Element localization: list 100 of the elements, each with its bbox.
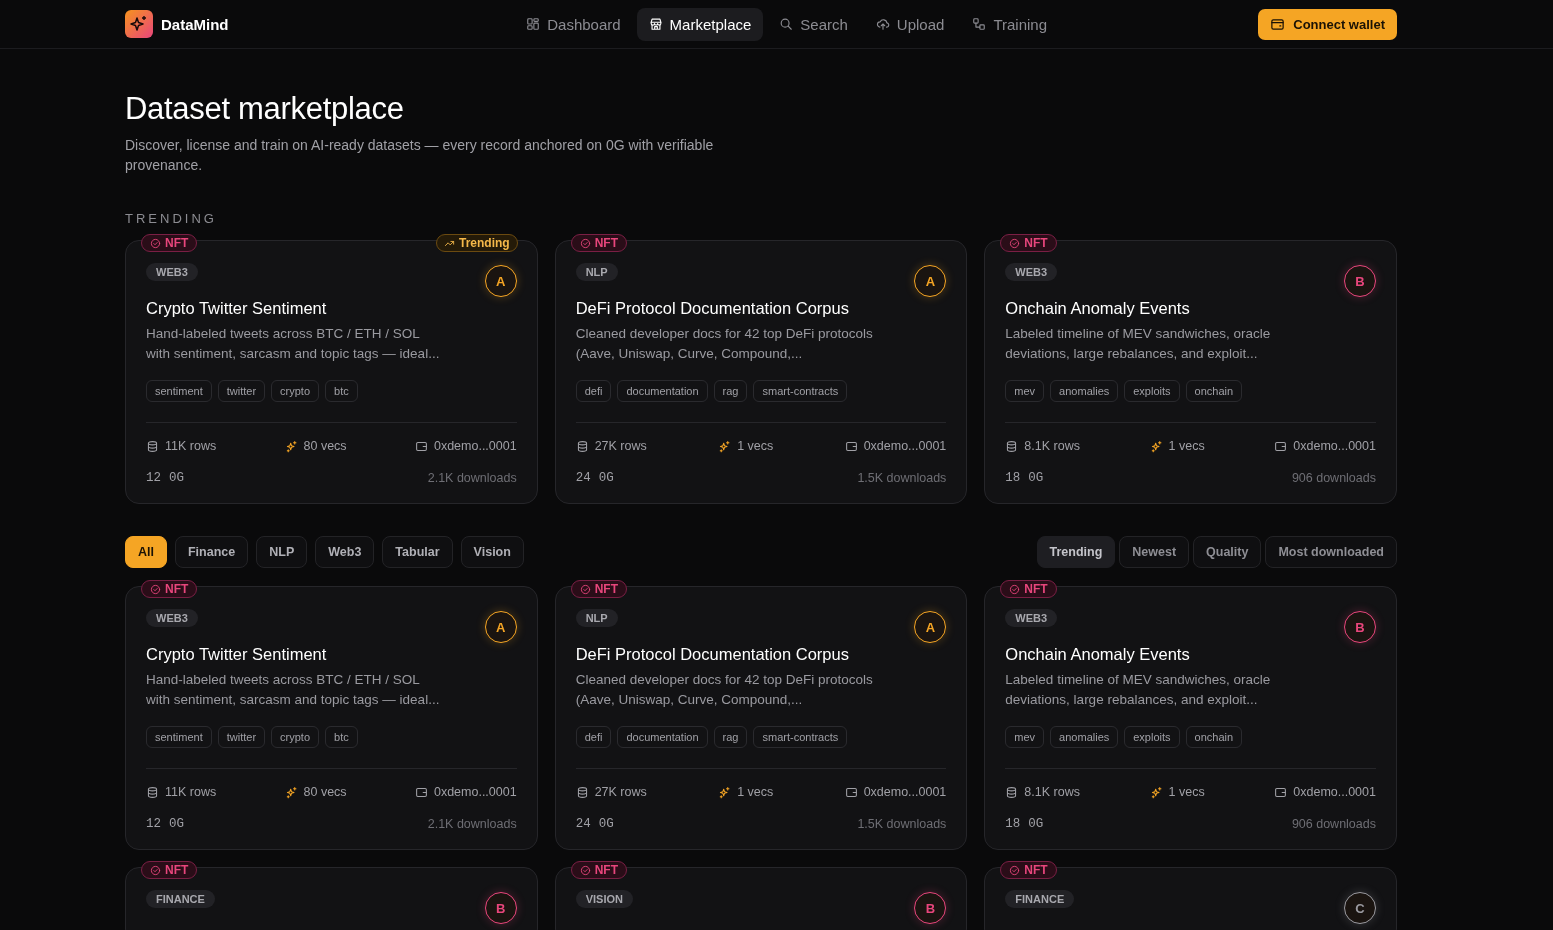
filter-chip[interactable]: NLP [256, 536, 308, 568]
dataset-description: Cleaned developer docs for 42 top DeFi protocols (Aave, Uniswap, Curve, Compound,... [575, 325, 874, 363]
check-circle-icon [150, 583, 161, 595]
wallet-icon [414, 439, 428, 453]
tag: defi [575, 726, 612, 748]
sparkle-icon [1149, 439, 1163, 453]
category-tag: NLP [575, 609, 618, 627]
price: 18 [1005, 817, 1021, 831]
page-title: Dataset marketplace [125, 91, 405, 127]
stat-text: 27K rows [594, 785, 647, 799]
nav-item[interactable]: Training [960, 7, 1060, 41]
category-tag: FINANCE [146, 890, 215, 908]
category-tag: WEB3 [146, 263, 198, 281]
tag: btc [325, 380, 358, 402]
sparkle-icon [284, 439, 298, 453]
connect-wallet-button[interactable]: Connect wallet [1258, 8, 1397, 40]
category-tag: NLP [575, 263, 618, 281]
trending-badge: Trending [436, 234, 518, 252]
downloads-count: 906 downloads [1291, 471, 1376, 485]
sort-option[interactable]: Trending [1036, 536, 1116, 568]
dataset-title: Crypto Twitter Sentiment [146, 645, 328, 664]
tag: crypto [271, 380, 319, 402]
sparkle-icon [718, 439, 732, 453]
tag: twitter [217, 380, 266, 402]
tag: onchain [1185, 380, 1243, 402]
stat-text: 27K rows [594, 439, 647, 453]
stat-text: 11K rows [165, 439, 217, 453]
dataset-card[interactable] [125, 586, 538, 850]
sparkle-icon [1149, 785, 1163, 799]
filter-chip[interactable]: All [125, 536, 167, 568]
wallet-icon [844, 439, 858, 453]
sort-option[interactable]: Quality [1193, 536, 1262, 568]
check-circle-icon [150, 237, 161, 249]
tag: twitter [217, 726, 266, 748]
stat-text: 1 vecs [737, 785, 774, 799]
nft-badge: NFT [141, 234, 198, 252]
wallet-icon [1270, 16, 1286, 32]
nft-badge: NFT [570, 861, 627, 879]
nft-badge: NFT [1000, 861, 1057, 879]
currency: 0G [1028, 817, 1044, 831]
category-tag: VISION [575, 890, 633, 908]
filter-chip[interactable]: Tabular [382, 536, 453, 568]
tag: exploits [1124, 380, 1180, 402]
currency: 0G [598, 817, 614, 831]
database-icon [146, 785, 159, 799]
category-tag: FINANCE [1005, 890, 1075, 908]
dataset-description: Hand-labeled tweets across BTC / ETH / SOL with sentiment, sarcasm and topic tags — ideal... [146, 325, 441, 363]
category-tag: WEB3 [1005, 263, 1058, 281]
stat-text: 8.1K rows [1024, 439, 1080, 453]
nft-badge: NFT [141, 861, 198, 879]
nav-item[interactable]: Marketplace [636, 7, 764, 41]
stat-text: 0xdemo...0001 [433, 785, 517, 799]
page-subtitle: Discover, license and train on AI-ready datasets — every record anchored on 0G with verifiable provenance. [125, 136, 715, 175]
currency: 0G [169, 471, 185, 485]
stat-text: 0xdemo...0001 [1293, 785, 1376, 799]
check-circle-icon [579, 583, 591, 595]
dataset-card[interactable] [554, 240, 968, 504]
stat-text: 80 vecs [303, 439, 347, 453]
logo-icon [125, 10, 153, 38]
tag: onchain [1185, 726, 1243, 748]
downloads-count: 906 downloads [1291, 817, 1376, 831]
price: 24 [575, 817, 591, 831]
nav-item[interactable]: Search [767, 7, 860, 41]
sparkle-icon [284, 785, 298, 799]
filter-chip[interactable]: Finance [175, 536, 249, 568]
stat-text: 1 vecs [1168, 439, 1205, 453]
grade-badge: A [914, 265, 947, 297]
dataset-description: Hand-labeled tweets across BTC / ETH / SOL with sentiment, sarcasm and topic tags — ideal... [146, 671, 441, 709]
nft-badge: NFT [570, 580, 627, 598]
brand-name: DataMind [161, 15, 229, 33]
dataset-card[interactable] [125, 240, 538, 504]
sort-option[interactable]: Most downloaded [1265, 536, 1397, 568]
tag: exploits [1124, 726, 1180, 748]
tag: smart-contracts [753, 726, 848, 748]
tag: rag [713, 380, 748, 402]
nav-item[interactable]: Dashboard [514, 7, 633, 41]
dataset-card[interactable] [554, 586, 968, 850]
tag: mev [1005, 726, 1045, 748]
grade-badge: B [1344, 265, 1376, 297]
grade-badge: A [484, 611, 517, 643]
dataset-title: Onchain Anomaly Events [1005, 645, 1191, 664]
grade-badge: A [914, 611, 947, 643]
stat-text: 8.1K rows [1024, 785, 1080, 799]
filter-chip[interactable]: Web3 [315, 536, 375, 568]
price: 18 [1005, 471, 1021, 485]
check-circle-icon [579, 237, 591, 249]
search-icon [779, 17, 794, 31]
tag: rag [713, 726, 748, 748]
wallet-icon [414, 785, 428, 799]
cloud-upload-icon [875, 17, 890, 31]
grade-badge: B [1344, 611, 1376, 643]
category-tag: WEB3 [1005, 609, 1058, 627]
nav-item[interactable]: Upload [863, 7, 957, 41]
stat-text: 1 vecs [737, 439, 774, 453]
filter-chip[interactable]: Vision [460, 536, 524, 568]
stat-text: 80 vecs [303, 785, 347, 799]
tag: crypto [271, 726, 319, 748]
downloads-count: 2.1K downloads [427, 471, 517, 485]
database-icon [1005, 439, 1019, 453]
sort-option[interactable]: Newest [1119, 536, 1190, 568]
